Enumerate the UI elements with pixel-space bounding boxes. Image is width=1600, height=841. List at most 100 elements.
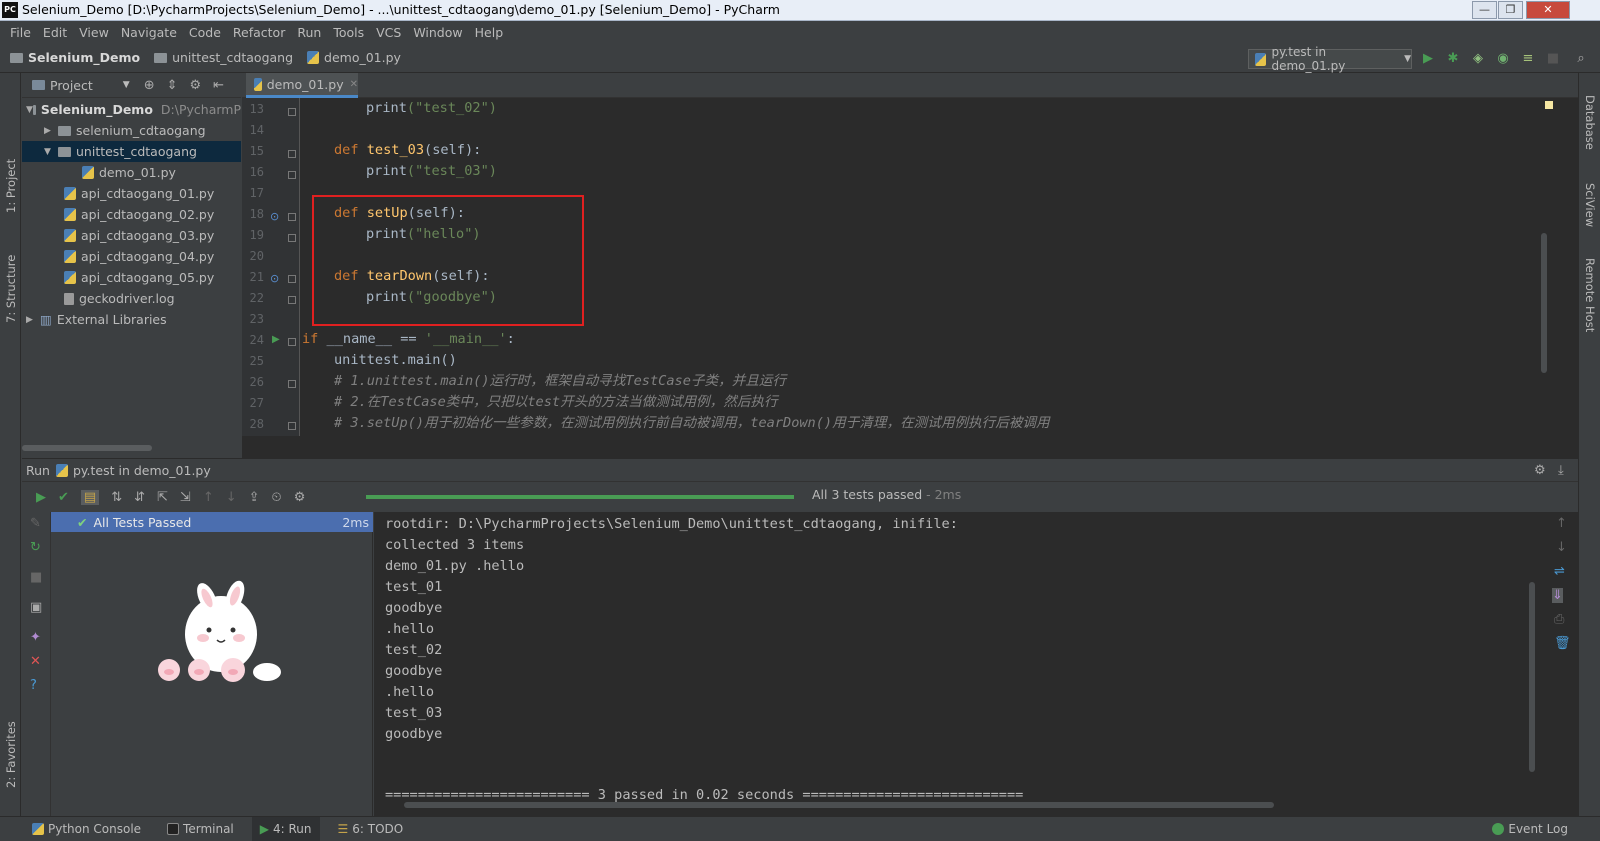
fold-marker-icon[interactable] bbox=[288, 150, 296, 158]
locate-icon[interactable]: ⊕ bbox=[144, 78, 155, 93]
menu-run[interactable]: Run bbox=[297, 25, 321, 40]
horizontal-scrollbar[interactable] bbox=[22, 445, 152, 451]
tab-project[interactable]: 1: Project bbox=[4, 159, 18, 213]
run-panel-config[interactable]: py.test in demo_01.py bbox=[73, 463, 211, 478]
coverage-icon[interactable]: ◈ bbox=[1471, 52, 1485, 66]
pin-tab-icon[interactable]: ✦ bbox=[30, 630, 41, 645]
editor-scrollbar[interactable] bbox=[1541, 233, 1547, 373]
next-failed-icon[interactable]: ↓ bbox=[226, 490, 237, 505]
console-output[interactable]: rootdir: D:\PycharmProjects\Selenium_Dem… bbox=[374, 512, 1578, 817]
export-icon[interactable]: ⇪ bbox=[249, 490, 260, 505]
gear-icon[interactable]: ⚙ bbox=[190, 78, 202, 93]
stop-icon[interactable]: ■ bbox=[30, 570, 42, 585]
menu-navigate[interactable]: Navigate bbox=[121, 25, 177, 40]
rerun-icon[interactable]: ▶ bbox=[36, 490, 46, 505]
close-tab-icon[interactable]: ✕ bbox=[350, 79, 358, 90]
fold-marker-icon[interactable] bbox=[288, 234, 296, 242]
menu-file[interactable]: File bbox=[10, 25, 31, 40]
fold-marker-icon[interactable] bbox=[288, 171, 296, 179]
history-icon[interactable]: ⏲ bbox=[272, 490, 282, 505]
console-h-scrollbar[interactable] bbox=[404, 802, 1274, 808]
tree-item-api-03[interactable]: api_cdtaogang_03.py bbox=[22, 225, 241, 246]
override-marker-icon[interactable]: ⊙ bbox=[270, 272, 279, 285]
collapse-all-icon[interactable]: ⇲ bbox=[180, 490, 191, 505]
tab-remote-host[interactable]: Remote Host bbox=[1583, 258, 1597, 332]
help-icon[interactable]: ? bbox=[30, 678, 37, 693]
run-icon[interactable]: ▶ bbox=[1421, 52, 1435, 66]
breadcrumb-project[interactable]: Selenium_Demo bbox=[10, 50, 140, 65]
menu-view[interactable]: View bbox=[79, 25, 109, 40]
breadcrumb-file[interactable]: demo_01.py bbox=[307, 50, 401, 65]
sort-alpha-icon[interactable]: ⇅ bbox=[111, 490, 122, 505]
fold-marker-icon[interactable] bbox=[288, 296, 296, 304]
collapse-all-icon[interactable]: ⇕ bbox=[167, 78, 178, 93]
menu-help[interactable]: Help bbox=[475, 25, 504, 40]
breadcrumb-folder[interactable]: unittest_cdtaogang bbox=[154, 50, 293, 65]
close-window-button[interactable]: ✕ bbox=[1526, 1, 1570, 19]
menu-vcs[interactable]: VCS bbox=[376, 25, 401, 40]
run-tab-button[interactable]: ▶ 4: Run bbox=[251, 816, 320, 841]
tree-root[interactable]: ▼ Selenium_Demo D:\PycharmP bbox=[22, 99, 241, 120]
run-gutter-icon[interactable]: ▶ bbox=[272, 334, 280, 345]
concurrency-icon[interactable]: ≡ bbox=[1521, 52, 1535, 66]
console-scrollbar[interactable] bbox=[1529, 582, 1535, 772]
soft-wrap-icon[interactable]: ⇌ bbox=[1554, 564, 1565, 579]
run-config-select[interactable]: py.test in demo_01.py ▼ bbox=[1248, 45, 1412, 73]
tab-sciview[interactable]: SciView bbox=[1583, 183, 1597, 227]
inspection-status-icon[interactable] bbox=[1545, 101, 1553, 109]
menu-code[interactable]: Code bbox=[189, 25, 221, 40]
tree-item-api-04[interactable]: api_cdtaogang_04.py bbox=[22, 246, 241, 267]
todo-button[interactable]: ☰ 6: TODO bbox=[330, 817, 412, 841]
tree-item-demo-file[interactable]: demo_01.py bbox=[22, 162, 241, 183]
tab-database[interactable]: Database bbox=[1583, 95, 1597, 150]
fold-marker-icon[interactable] bbox=[288, 422, 296, 430]
tree-item-geckodriver-log[interactable]: geckodriver.log bbox=[22, 288, 241, 309]
search-icon[interactable]: ⌕ bbox=[1574, 52, 1588, 66]
menu-tools[interactable]: Tools bbox=[333, 25, 364, 40]
fold-marker-icon[interactable] bbox=[288, 213, 296, 221]
tree-item-api-05[interactable]: api_cdtaogang_05.py bbox=[22, 267, 241, 288]
minimize-button[interactable]: — bbox=[1472, 1, 1497, 19]
toggle-auto-test-icon[interactable]: ↻ bbox=[30, 540, 41, 555]
hide-panel-icon[interactable]: ⇤ bbox=[213, 78, 224, 93]
stop-icon[interactable]: ■ bbox=[1546, 52, 1560, 66]
menu-edit[interactable]: Edit bbox=[43, 25, 67, 40]
tab-structure[interactable]: 7: Structure bbox=[4, 255, 18, 323]
show-ignored-icon[interactable]: ▤ bbox=[80, 489, 100, 505]
settings-icon[interactable]: ⚙ bbox=[294, 490, 306, 505]
show-passed-icon[interactable]: ✔ bbox=[58, 490, 69, 505]
override-marker-icon[interactable]: ⊙ bbox=[270, 210, 279, 223]
scroll-down-icon[interactable]: ↓ bbox=[1556, 540, 1567, 555]
layout-icon[interactable]: ▣ bbox=[30, 600, 42, 615]
hide-panel-icon[interactable]: ⤓ bbox=[1558, 463, 1564, 478]
tab-demo-01[interactable]: demo_01.py ✕ bbox=[246, 73, 358, 98]
tree-item-api-01[interactable]: api_cdtaogang_01.py bbox=[22, 183, 241, 204]
tree-item-external-libraries[interactable]: ▶ ▥ External Libraries bbox=[22, 309, 241, 330]
tree-item-api-02[interactable]: api_cdtaogang_02.py bbox=[22, 204, 241, 225]
python-console-button[interactable]: Python Console bbox=[24, 817, 149, 841]
scroll-to-end-icon[interactable]: ⇓ bbox=[1552, 588, 1563, 603]
debug-icon[interactable]: ✱ bbox=[1446, 52, 1460, 66]
menu-refactor[interactable]: Refactor bbox=[233, 25, 285, 40]
maximize-button[interactable]: ❐ bbox=[1498, 1, 1523, 19]
fold-marker-icon[interactable] bbox=[288, 338, 296, 346]
fold-marker-icon[interactable] bbox=[288, 108, 296, 116]
tab-favorites[interactable]: 2: Favorites bbox=[4, 721, 18, 788]
event-log-button[interactable]: Event Log bbox=[1484, 817, 1576, 841]
test-tree-item[interactable]: ✔ All Tests Passed 2ms bbox=[51, 512, 373, 532]
pin-icon[interactable]: ✎ bbox=[30, 516, 41, 531]
tree-item-selenium-folder[interactable]: ▶ selenium_cdtaogang bbox=[22, 120, 241, 141]
project-view-select[interactable]: Project bbox=[50, 78, 93, 93]
fold-marker-icon[interactable] bbox=[288, 380, 296, 388]
chevron-down-icon[interactable]: ▼ bbox=[123, 80, 130, 90]
clear-all-icon[interactable]: 🗑 bbox=[1554, 636, 1571, 651]
terminal-button[interactable]: Terminal bbox=[159, 817, 242, 841]
scroll-up-icon[interactable]: ↑ bbox=[1556, 516, 1567, 531]
expand-all-icon[interactable]: ⇱ bbox=[157, 490, 168, 505]
print-icon[interactable]: ⎙ bbox=[1554, 612, 1564, 627]
menu-window[interactable]: Window bbox=[413, 25, 462, 40]
gear-icon[interactable]: ⚙ bbox=[1534, 463, 1546, 478]
sort-duration-icon[interactable]: ⇵ bbox=[134, 490, 145, 505]
tree-item-unittest-folder[interactable]: ▼ unittest_cdtaogang bbox=[22, 141, 241, 162]
fold-marker-icon[interactable] bbox=[288, 275, 296, 283]
